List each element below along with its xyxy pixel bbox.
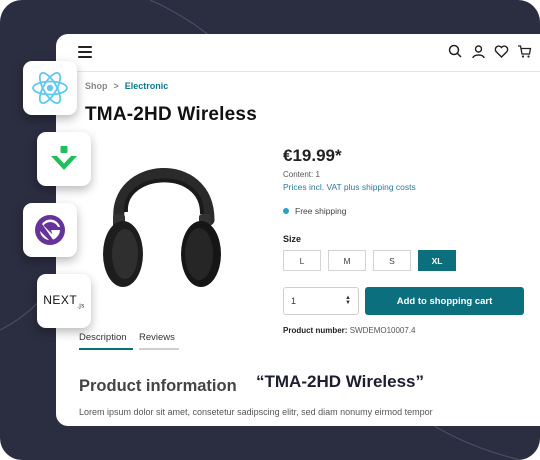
- search-icon[interactable]: [448, 44, 463, 59]
- quantity-select[interactable]: 1 ▲ ▼: [283, 287, 359, 315]
- size-option-xl[interactable]: XL: [418, 250, 456, 271]
- vat-note-link[interactable]: Prices incl. VAT plus shipping costs: [283, 182, 416, 192]
- tab-reviews[interactable]: Reviews: [139, 332, 179, 350]
- breadcrumb-current[interactable]: Electronic: [125, 81, 169, 91]
- product-quote-overlay: “TMA-2HD Wireless”: [256, 372, 424, 391]
- vue-storefront-logo-tile: [37, 132, 91, 186]
- product-number-label: Product number:: [283, 326, 348, 335]
- react-logo-tile: [23, 61, 77, 115]
- product-description-text: Lorem ipsum dolor sit amet, consetetur s…: [79, 407, 433, 417]
- product-image: [103, 168, 221, 287]
- heart-icon[interactable]: [494, 44, 509, 59]
- product-content: Content: 1: [283, 170, 320, 179]
- menu-icon[interactable]: [78, 46, 92, 58]
- size-options: L M S XL: [283, 250, 456, 271]
- product-information-heading: Product information: [79, 377, 237, 395]
- shipping-status: Free shipping: [283, 206, 347, 216]
- product-number-value: SWDEMO10007.4: [349, 326, 416, 335]
- select-arrows-icon: ▲ ▼: [345, 295, 351, 306]
- size-label: Size: [283, 234, 302, 244]
- background-stage: NEXT.js Shop > Electronic TMA-2HD Wireless: [0, 0, 540, 460]
- react-logo-icon: [32, 72, 68, 104]
- tab-description[interactable]: Description: [79, 332, 133, 350]
- storefront-window: Shop > Electronic TMA-2HD Wireless €19.99*…: [56, 34, 540, 426]
- user-icon[interactable]: [471, 44, 486, 59]
- shipping-label: Free shipping: [295, 206, 347, 216]
- size-option-l[interactable]: L: [283, 250, 321, 271]
- vue-logo-icon: [51, 146, 77, 170]
- product-tabs: Description Reviews: [79, 332, 179, 350]
- product-title: TMA-2HD Wireless: [85, 104, 257, 125]
- size-option-s[interactable]: S: [373, 250, 411, 271]
- gatsby-logo-tile: [23, 203, 77, 257]
- product-price: €19.99*: [283, 146, 342, 165]
- nextjs-logo-icon: NEXT.js: [43, 292, 85, 310]
- breadcrumb: Shop > Electronic: [85, 81, 168, 91]
- breadcrumb-shop[interactable]: Shop: [85, 81, 108, 91]
- product-number: Product number: SWDEMO10007.4: [283, 326, 416, 335]
- header-actions: [448, 44, 532, 59]
- gatsby-logo-icon: [35, 215, 65, 245]
- size-option-m[interactable]: M: [328, 250, 366, 271]
- cart-icon[interactable]: [517, 44, 532, 59]
- shipping-dot-icon: [283, 208, 289, 214]
- nextjs-logo-tile: NEXT.js: [37, 274, 91, 328]
- breadcrumb-separator: >: [113, 81, 119, 91]
- top-navigation-bar: [56, 34, 540, 72]
- quantity-value: 1: [291, 296, 297, 306]
- add-to-cart-button[interactable]: Add to shopping cart: [365, 287, 524, 315]
